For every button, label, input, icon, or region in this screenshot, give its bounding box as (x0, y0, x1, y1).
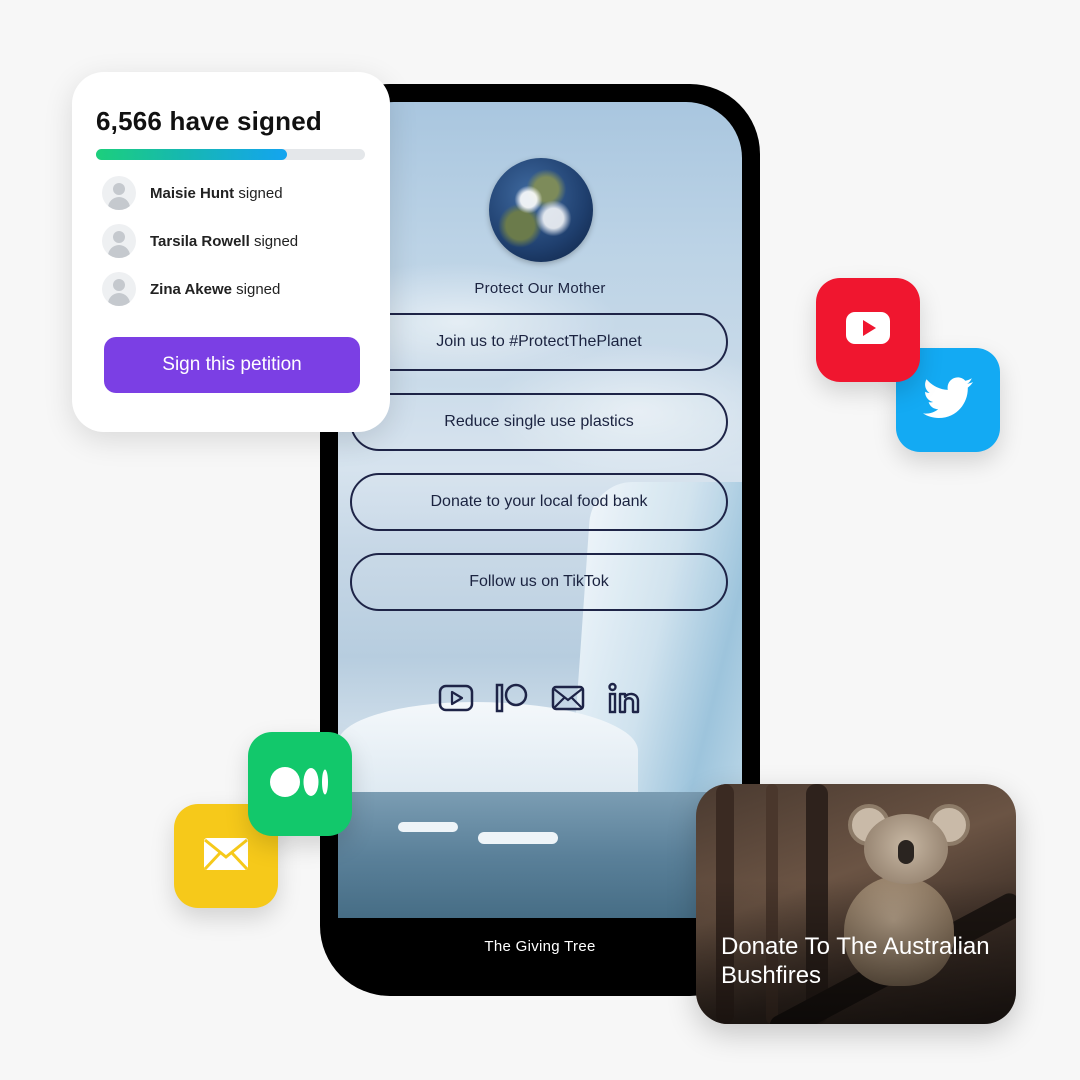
twitter-icon (923, 376, 973, 424)
petition-count-title: 6,566 have signed (96, 106, 322, 136)
profile-name: Protect Our Mother (474, 280, 606, 297)
link-button-donate-food-bank[interactable]: Donate to your local food bank (350, 473, 728, 531)
signer-action: signed (253, 232, 299, 250)
petition-progress-fill (96, 149, 287, 160)
medium-app-tile[interactable] (248, 732, 352, 836)
avatar (102, 272, 136, 306)
link-button-follow-tiktok[interactable]: Follow us on TikTok (350, 553, 728, 611)
signer-row: Tarsila Rowell signed (102, 224, 298, 258)
social-icons-row (338, 680, 742, 716)
medium-icon (269, 765, 331, 804)
signer-name: Zina Akewe (150, 280, 232, 298)
link-button-protect-the-planet[interactable]: Join us to #ProtectThePlanet (350, 313, 728, 371)
donate-card-title: Donate To The Australian Bushfires (721, 933, 990, 989)
link-button-reduce-plastics[interactable]: Reduce single use plastics (350, 393, 728, 451)
footer-brand: The Giving Tree (484, 938, 596, 955)
signer-name: Maisie Hunt (150, 184, 235, 202)
signer-action: signed (238, 184, 283, 202)
avatar (102, 224, 136, 258)
sign-petition-button[interactable]: Sign this petition (104, 337, 360, 393)
donate-card[interactable]: Donate To The Australian Bushfires (696, 784, 1016, 1024)
petition-card: 6,566 have signed Maisie Hunt signed Tar… (72, 72, 390, 432)
youtube-app-tile[interactable] (816, 278, 920, 382)
youtube-icon (845, 311, 891, 350)
signer-action: signed (236, 280, 281, 298)
avatar (102, 176, 136, 210)
signer-row: Zina Akewe signed (102, 272, 280, 306)
email-icon[interactable] (550, 680, 586, 716)
patreon-icon[interactable] (494, 680, 530, 716)
youtube-icon[interactable] (438, 680, 474, 716)
link-in-bio-screen: Protect Our Mother Join us to #ProtectTh… (338, 102, 742, 918)
linkedin-icon[interactable] (606, 680, 642, 716)
signer-name: Tarsila Rowell (150, 232, 250, 250)
petition-progress-bar (96, 149, 365, 160)
email-icon (202, 836, 250, 877)
profile-avatar-earth (489, 158, 593, 262)
signer-row: Maisie Hunt signed (102, 176, 283, 210)
